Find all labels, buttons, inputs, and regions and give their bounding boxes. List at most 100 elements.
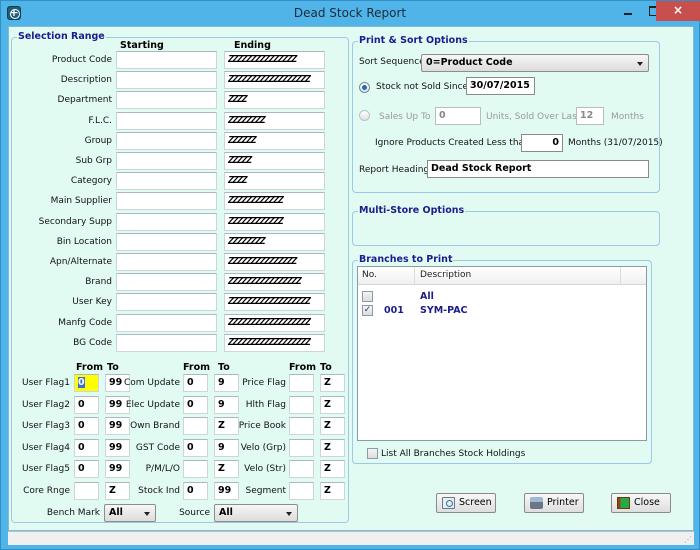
branch-description[interactable]: All <box>420 291 434 302</box>
ignore-products-months-input[interactable]: 0 <box>521 134 563 152</box>
source-select[interactable]: All <box>214 504 298 522</box>
department-start-input[interactable] <box>116 91 217 110</box>
stock-not-sold-date-input[interactable]: 30/07/2015 <box>466 77 535 95</box>
segment-from-input[interactable] <box>289 481 314 500</box>
bin-location-start-input[interactable] <box>116 232 217 251</box>
description-end-input[interactable]: ZZZZZZZZZZZZZZZZZZ <box>224 71 325 90</box>
close-door-icon <box>617 497 630 509</box>
stock-not-sold-radio[interactable] <box>359 82 370 93</box>
price-book-label: Price Book <box>238 421 286 431</box>
brand-label: Brand <box>85 277 112 288</box>
bench-mark-select[interactable]: All <box>104 504 156 522</box>
sort-sequence-select[interactable]: 0=Product Code <box>421 54 649 72</box>
column-header-no[interactable]: No. <box>362 270 377 280</box>
sub-grp-start-input[interactable] <box>116 152 217 170</box>
user-flag4-from-input[interactable]: 0 <box>74 438 99 457</box>
branch-checkbox[interactable]: ✓ <box>362 305 373 316</box>
gst-code-from-input[interactable]: 0 <box>183 438 208 457</box>
velo-grp-label: Velo (Grp) <box>240 442 286 453</box>
stock-ind-from-input[interactable]: 0 <box>183 481 208 500</box>
com-update-from-input[interactable]: 0 <box>183 374 208 392</box>
branches-to-print-title: Branches to Print <box>358 254 454 265</box>
product-code-start-input[interactable] <box>116 51 217 69</box>
bin-location-end-input[interactable]: ZZZZZZZZ <box>224 232 325 251</box>
brand-end-input[interactable]: ZZZZZZZZZZZZZZZZ <box>224 273 325 292</box>
price-flag-to-input[interactable]: Z <box>320 374 345 392</box>
velo-str-label: Velo (Str) <box>244 464 286 474</box>
f-l-c-start-input[interactable] <box>116 111 217 130</box>
hlth-flag-from-input[interactable] <box>289 395 314 414</box>
close-button[interactable]: Close <box>611 493 671 513</box>
source-label: Source <box>179 508 210 518</box>
user-flag5-from-input[interactable]: 0 <box>74 460 99 478</box>
department-end-input[interactable]: ZZZZ <box>224 91 325 110</box>
minimize-button[interactable] <box>615 1 641 21</box>
category-end-input[interactable]: ZZZZ <box>224 172 325 191</box>
branches-list[interactable]: No. Description All ✓ 001 SYM-PAC <box>357 266 647 441</box>
velo-grp-from-input[interactable] <box>289 438 314 457</box>
close-icon: × <box>672 3 684 17</box>
manfg-code-start-input[interactable] <box>116 313 217 332</box>
price-book-from-input[interactable] <box>289 417 314 435</box>
ignore-products-suffix: Months (31/07/2015) <box>568 138 663 148</box>
sub-grp-label: Sub Grp <box>75 156 112 166</box>
group-label: Group <box>84 135 112 146</box>
apn-alternate-end-input[interactable]: ZZZZZZZZZZZZZZZ <box>224 253 325 271</box>
department-label: Department <box>57 95 112 106</box>
bg-code-end-input[interactable]: ZZZZZZZZZZZZZZZZZZ <box>224 333 325 352</box>
status-bar: ⋰ <box>8 531 694 545</box>
column-header-description[interactable]: Description <box>420 270 471 280</box>
product-code-end-input[interactable]: ZZZZZZZZZZZZZZZ <box>224 51 325 69</box>
user-key-end-input[interactable]: ZZZZZZZZZZZZZZZZZZ <box>224 293 325 312</box>
user-flag4-label: User Flag4 <box>21 442 70 453</box>
price-flag-from-input[interactable] <box>289 374 314 392</box>
sales-up-to-radio[interactable] <box>359 110 370 121</box>
resize-grip-icon[interactable]: ⋰ <box>684 535 692 544</box>
sales-up-to-input[interactable]: 0 <box>435 107 481 125</box>
group-end-input[interactable]: ZZZZZZ <box>224 131 325 150</box>
screen-button[interactable]: Screen <box>436 493 496 513</box>
user-flag1-from-input[interactable]: 0 <box>74 374 99 392</box>
multi-store-options-group: Multi-Store Options <box>352 205 660 246</box>
sold-over-months-input[interactable]: 12 <box>576 107 604 125</box>
user-key-label: User Key <box>72 297 112 308</box>
main-supplier-end-input[interactable]: ZZZZZZZZZZZZ <box>224 192 325 211</box>
branch-description[interactable]: SYM-PAC <box>420 305 468 316</box>
velo-str-to-input[interactable]: Z <box>320 460 345 478</box>
user-flag2-from-input[interactable]: 0 <box>74 395 99 414</box>
price-book-to-input[interactable]: Z <box>320 417 345 435</box>
core-rnge-from-input[interactable] <box>74 481 99 500</box>
elec-update-from-input[interactable]: 0 <box>183 395 208 414</box>
chevron-down-icon <box>144 512 150 516</box>
secondary-supp-start-input[interactable] <box>116 212 217 231</box>
main-supplier-start-input[interactable] <box>116 192 217 211</box>
manfg-code-end-input[interactable]: ZZZZZZZZZZZZZZZZZZ <box>224 313 325 332</box>
bg-code-start-input[interactable] <box>116 333 217 352</box>
group-start-input[interactable] <box>116 131 217 150</box>
segment-to-input[interactable]: Z <box>320 481 345 500</box>
brand-start-input[interactable] <box>116 273 217 292</box>
own-brand-from-input[interactable] <box>183 417 208 435</box>
secondary-supp-end-input[interactable]: ZZZZZZZZZZZZ <box>224 212 325 231</box>
description-start-input[interactable] <box>116 71 217 90</box>
hlth-flag-to-input[interactable]: Z <box>320 395 345 414</box>
p-m-l-o-from-input[interactable] <box>183 460 208 478</box>
title-bar[interactable]: Dead Stock Report × <box>1 1 700 26</box>
segment-label: Segment <box>245 485 287 496</box>
f-l-c-end-input[interactable]: ZZZZZZZZ <box>224 111 325 130</box>
velo-str-from-input[interactable] <box>289 460 314 478</box>
p-m-l-o-label: P/M/L/O <box>145 464 180 474</box>
category-start-input[interactable] <box>116 172 217 191</box>
printer-button[interactable]: Printer <box>524 493 584 513</box>
list-all-branches-checkbox[interactable] <box>367 448 378 459</box>
sub-grp-end-input[interactable]: ZZZZZ <box>224 152 325 170</box>
apn-alternate-start-input[interactable] <box>116 253 217 271</box>
velo-grp-to-input[interactable]: Z <box>320 438 345 457</box>
window-close-button[interactable]: × <box>656 1 700 21</box>
price-flag-label: Price Flag <box>242 378 286 388</box>
flags1-to-header: To <box>107 362 119 373</box>
report-heading-input[interactable]: Dead Stock Report <box>427 160 649 178</box>
branch-checkbox[interactable] <box>362 291 373 302</box>
user-key-start-input[interactable] <box>116 293 217 312</box>
user-flag3-from-input[interactable]: 0 <box>74 417 99 435</box>
